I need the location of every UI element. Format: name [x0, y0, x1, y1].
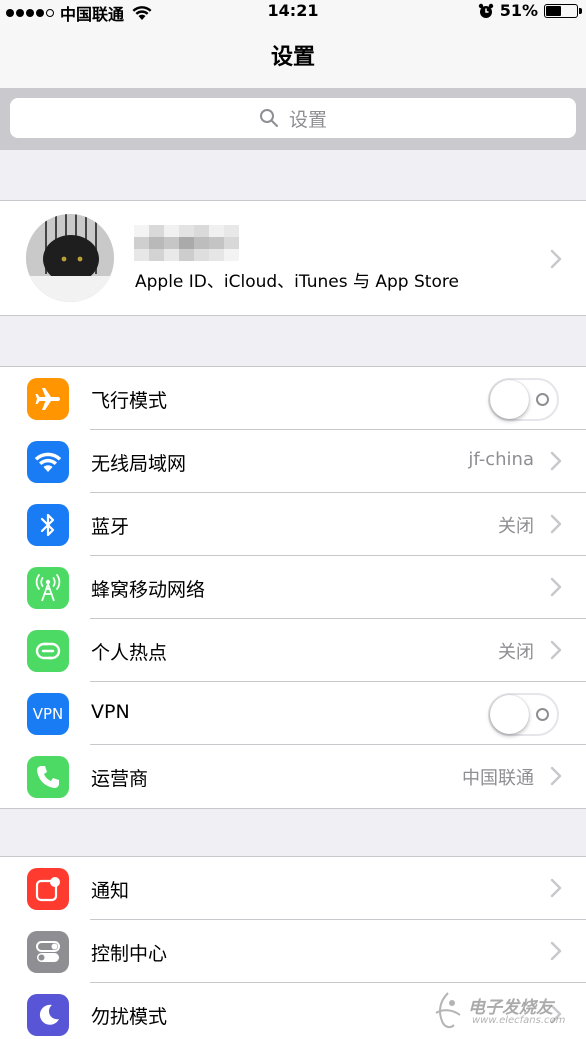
chevron-right-icon [550, 249, 562, 269]
settings-row-label: 勿扰模式 [91, 1006, 168, 1028]
settings-row-label: VPN [91, 701, 130, 723]
battery-percent: 51% [499, 1, 538, 20]
moon-icon [27, 994, 69, 1036]
search-icon [259, 109, 278, 127]
settings-row-bluetooth[interactable]: 蓝牙 关闭 [0, 493, 586, 556]
status-bar: 中国联通 14:21 51% [0, 0, 586, 24]
battery-icon [544, 3, 582, 18]
airplane-icon [27, 378, 69, 420]
settings-row-label: 飞行模式 [91, 390, 168, 412]
settings-row-airplane[interactable]: 飞行模式 [0, 367, 586, 430]
status-right: 51% [478, 1, 582, 20]
toggle-off-indicator-icon [536, 708, 549, 721]
vpn-toggle[interactable] [488, 693, 559, 736]
search-input[interactable]: 设置 [10, 98, 576, 138]
toggle-knob [490, 380, 529, 419]
settings-row-wifi[interactable]: 无线局域网 jf-china [0, 430, 586, 493]
chevron-right-icon [550, 640, 562, 660]
apple-id-profile-row[interactable]: Apple ID、iCloud、iTunes 与 App Store [0, 200, 586, 316]
chevron-right-icon [550, 766, 562, 786]
control-center-icon [27, 931, 69, 973]
settings-row-label: 通知 [91, 880, 130, 902]
settings-row-label: 无线局域网 [91, 453, 187, 475]
cellular-icon [27, 567, 69, 609]
avatar [26, 214, 114, 302]
chevron-right-icon [550, 577, 562, 597]
toggle-knob [490, 695, 529, 734]
settings-row-label: 运营商 [91, 768, 149, 790]
settings-row-label: 蓝牙 [91, 516, 130, 538]
alarm-icon [478, 3, 493, 18]
settings-row-cellular[interactable]: 蜂窝移动网络 [0, 556, 586, 619]
airplane-toggle[interactable] [488, 378, 559, 421]
settings-row-notifications[interactable]: 通知 [0, 857, 586, 920]
settings-row-hotspot[interactable]: 个人热点 关闭 [0, 619, 586, 682]
blurred-name [134, 225, 239, 261]
search-bar: 设置 [0, 88, 586, 150]
search-placeholder: 设置 [288, 108, 327, 131]
profile-subtitle: Apple ID、iCloud、iTunes 与 App Store [135, 272, 459, 292]
watermark-logo: 电子发烧友 www.elecfans.com [430, 991, 580, 1035]
settings-row-label: 个人热点 [91, 642, 168, 664]
chevron-right-icon [550, 878, 562, 898]
notifications-icon [27, 868, 69, 910]
vpn-icon: VPN [27, 693, 69, 735]
wifi-icon [27, 441, 69, 483]
hotspot-icon [27, 630, 69, 672]
battery-fill [546, 5, 562, 16]
settings-row-detail: 关闭 [498, 516, 534, 537]
settings-row-label: 控制中心 [91, 943, 168, 965]
settings-row-label: 蜂窝移动网络 [91, 579, 206, 601]
chevron-right-icon [550, 451, 562, 471]
phone-icon [27, 756, 69, 798]
settings-row-control-center[interactable]: 控制中心 [0, 920, 586, 983]
page-title: 设置 [270, 45, 315, 70]
connectivity-settings-group: 飞行模式 无线局域网 jf-china 蓝牙 关闭 蜂窝移动网络 个人热点 关闭 VPN VPN 运… [0, 366, 586, 809]
bluetooth-icon [27, 504, 69, 546]
toggle-off-indicator-icon [536, 393, 549, 406]
settings-row-detail: 中国联通 [462, 768, 534, 789]
chevron-right-icon [550, 941, 562, 961]
settings-row-carrier[interactable]: 运营商 中国联通 [0, 745, 586, 808]
navigation-bar: 设置 [0, 22, 586, 88]
watermark-url: www.elecfans.com [472, 1015, 566, 1026]
chevron-right-icon [550, 514, 562, 534]
settings-row-detail: jf-china [468, 449, 534, 470]
settings-row-vpn[interactable]: VPN VPN [0, 682, 586, 745]
settings-row-detail: 关闭 [498, 642, 534, 663]
